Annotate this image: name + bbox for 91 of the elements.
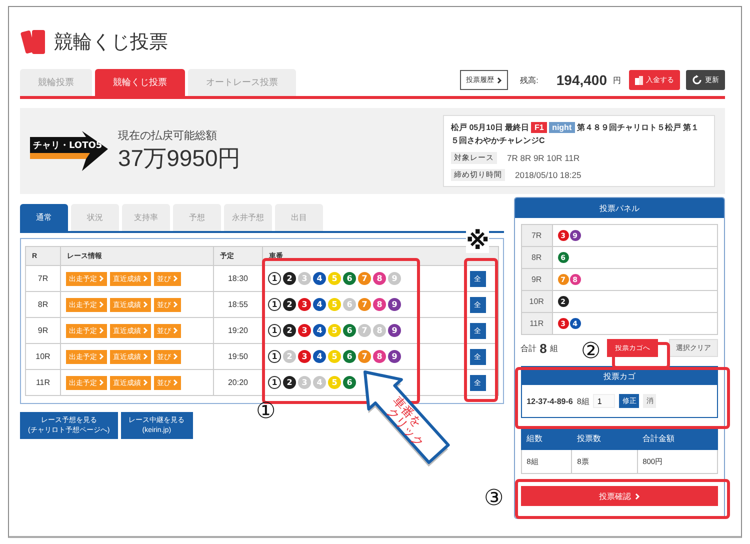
total-count: 8: [540, 340, 547, 356]
number-ball[interactable]: 1: [268, 272, 281, 285]
chevron-icon: [143, 327, 148, 334]
race-cell: 7R: [521, 224, 552, 246]
number-ball[interactable]: 8: [373, 350, 386, 363]
cart-combination: 12-37-4-89-6: [526, 396, 573, 406]
race-heading: 松戸 05月10日 最終日 F1 night 第４８９回チャリロト５松戸 第１５回さわやかチャレンジC: [451, 121, 700, 147]
chevron-icon: [99, 379, 104, 386]
balance-amount: 194,400: [556, 72, 607, 88]
deadline-time: 2018/05/10 18:25: [515, 170, 582, 180]
chevron-icon: [634, 492, 640, 500]
chevron-icon: [173, 327, 178, 334]
number-ball[interactable]: 4: [313, 324, 326, 337]
race-cell: 9R: [26, 318, 60, 344]
nav-tab[interactable]: 競輪投票: [20, 69, 92, 96]
race-cell: 10R: [26, 344, 60, 370]
race-cell: 10R: [521, 290, 552, 312]
panel-title: 投票パネル: [514, 198, 724, 218]
number-ball[interactable]: 9: [388, 298, 401, 311]
number-ball[interactable]: 4: [313, 272, 326, 285]
chevron-icon: [143, 301, 148, 308]
chevron-icon: [143, 379, 148, 386]
chevron-icon: [99, 327, 104, 334]
chevron-icon: [173, 379, 178, 386]
view-tab[interactable]: 状況: [71, 204, 119, 231]
number-ball[interactable]: 4: [313, 298, 326, 311]
chevron-icon: [143, 275, 148, 282]
payout-amount: 37万9950円: [118, 144, 242, 173]
chevron-icon: [173, 353, 178, 360]
number-ball[interactable]: 6: [343, 350, 356, 363]
cart-sets: 8組: [576, 396, 590, 406]
tickets-icon: [20, 28, 47, 56]
balance-label: 残高:: [520, 74, 538, 86]
view-tab[interactable]: 永井予想: [224, 204, 272, 231]
number-ball[interactable]: 6: [343, 272, 356, 285]
nav-tab[interactable]: 競輪くじ投票: [95, 69, 185, 96]
chevron-icon: [173, 275, 178, 282]
number-ball[interactable]: 1: [268, 298, 281, 311]
view-tab[interactable]: 支持率: [122, 204, 170, 231]
payout-label: 現在の払戻可能総額: [118, 128, 218, 143]
annotation-marker: ※: [466, 229, 490, 253]
confirm-button[interactable]: 投票確認: [520, 486, 718, 506]
number-ball[interactable]: 2: [283, 272, 296, 285]
race-cell: 8R: [26, 292, 60, 318]
chevron-icon: [99, 275, 104, 282]
race-cell: 7R: [26, 266, 60, 292]
view-tab[interactable]: 出目: [275, 204, 323, 231]
number-ball[interactable]: 7: [358, 272, 371, 285]
chevron-icon: [497, 76, 502, 84]
race-cell: 11R: [26, 370, 60, 396]
total-label: 合計: [520, 342, 537, 354]
number-ball[interactable]: 7: [358, 298, 371, 311]
number-ball[interactable]: 6: [343, 324, 356, 337]
number-ball[interactable]: 3: [298, 298, 311, 311]
refresh-icon: [692, 75, 702, 85]
number-ball[interactable]: 8: [373, 272, 386, 285]
annotation-marker: ②: [581, 340, 601, 364]
number-ball[interactable]: 3: [298, 350, 311, 363]
number-ball[interactable]: 2: [283, 324, 296, 337]
race-cell: 11R: [521, 312, 552, 334]
race-cell: 9R: [521, 268, 552, 290]
chevron-icon: [99, 301, 104, 308]
nav-tab[interactable]: オートレース投票: [188, 69, 296, 96]
target-races: 7R 8R 9R 10R 11R: [507, 153, 580, 163]
number-ball[interactable]: 2: [283, 376, 296, 389]
number-ball[interactable]: 2: [283, 298, 296, 311]
number-ball[interactable]: 9: [388, 324, 401, 337]
number-ball[interactable]: 8: [373, 298, 386, 311]
number-ball[interactable]: 7: [358, 350, 371, 363]
number-ball[interactable]: 3: [298, 324, 311, 337]
quantity-field[interactable]: 1: [593, 394, 616, 408]
lottery-logo: チャリ・LOTO5: [30, 131, 108, 171]
total-unit: 組: [550, 342, 558, 354]
view-tab[interactable]: 通常: [20, 204, 68, 231]
coins-icon: [635, 76, 643, 84]
annotation-marker: ③: [484, 487, 504, 511]
view-tab[interactable]: 予想: [173, 204, 221, 231]
page-title: 競輪くじ投票: [54, 31, 168, 55]
callout-text: 車番を クリック: [384, 394, 427, 450]
chevron-icon: [173, 301, 178, 308]
number-ball[interactable]: 4: [313, 350, 326, 363]
number-ball[interactable]: 9: [388, 350, 401, 363]
number-ball[interactable]: 1: [268, 350, 281, 363]
number-ball[interactable]: 1: [268, 376, 281, 389]
number-ball[interactable]: 1: [268, 324, 281, 337]
number-ball[interactable]: 6: [343, 376, 356, 389]
race-cell: 8R: [521, 246, 552, 268]
chevron-icon: [143, 353, 148, 360]
currency-label: 円: [613, 74, 621, 86]
annotation-marker: ①: [256, 400, 276, 424]
chevron-icon: [99, 353, 104, 360]
